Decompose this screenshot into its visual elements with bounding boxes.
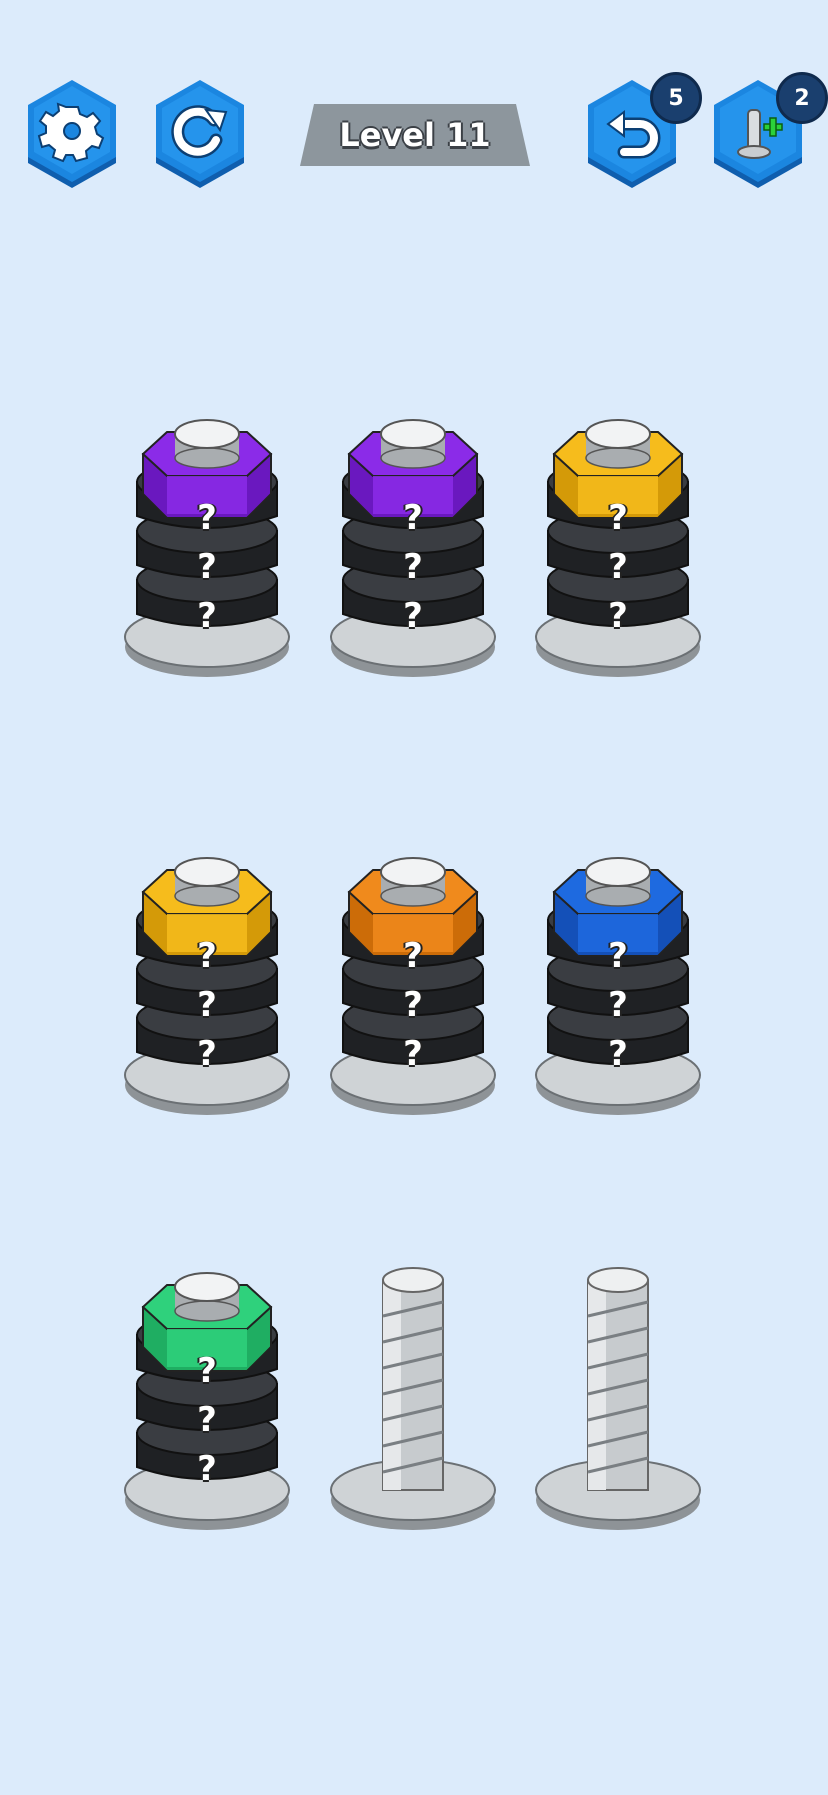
hidden-nut-question-mark: ? [197,596,217,636]
bolt-graphic [535,1267,701,1530]
bolt-3[interactable]: ??? [533,405,703,695]
bolt-shaft [587,1267,649,1491]
level-label: Level 11 [339,116,491,154]
hidden-nut-question-mark: ? [197,1400,217,1440]
hidden-nut-question-mark: ? [403,596,423,636]
hidden-nut-question-mark: ? [197,1351,217,1391]
hidden-nut-question-mark: ? [197,547,217,587]
hidden-nut-question-mark: ? [608,936,628,976]
hidden-nut-question-mark: ? [403,498,423,538]
hidden-nut-question-mark: ? [403,1034,423,1074]
undo-count-badge: 5 [650,72,702,124]
level-indicator: Level 11 [300,104,530,166]
hidden-nut-question-mark: ? [403,985,423,1025]
bolt-tip [174,857,240,907]
restart-icon [171,105,228,159]
bolt-4[interactable]: ??? [122,843,292,1133]
hidden-nut-question-mark: ? [608,596,628,636]
bolt-tip [380,857,446,907]
hidden-nut-question-mark: ? [197,1449,217,1489]
hidden-nut-question-mark: ? [197,985,217,1025]
bolt-tip [380,419,446,469]
extra-bolt-count-badge: 2 [776,72,828,124]
bolt-tip [585,857,651,907]
hidden-nut-question-mark: ? [608,1034,628,1074]
restart-button[interactable] [150,80,250,192]
bolt-2[interactable]: ??? [328,405,498,695]
hidden-nut-question-mark: ? [608,547,628,587]
hidden-nut-question-mark: ? [403,936,423,976]
bolt-6[interactable]: ??? [533,843,703,1133]
bolt-7[interactable]: ??? [122,1258,292,1548]
undo-button[interactable]: 5 [582,72,702,192]
settings-button[interactable] [22,80,122,192]
hidden-nut-question-mark: ? [608,498,628,538]
bolt-tip [585,419,651,469]
hidden-nut-question-mark: ? [197,936,217,976]
hidden-nut-question-mark: ? [197,1034,217,1074]
bolt-1[interactable]: ??? [122,405,292,695]
bolt-9[interactable] [533,1258,703,1548]
bolt-graphic [330,1267,496,1530]
hidden-nut-question-mark: ? [608,985,628,1025]
hidden-nut-question-mark: ? [403,547,423,587]
bolt-5[interactable]: ??? [328,843,498,1133]
top-bar: Level 11 5 2 [0,0,828,220]
bolt-shaft [382,1267,444,1491]
bolt-8[interactable] [328,1258,498,1548]
gear-icon [37,102,105,163]
hidden-nut-question-mark: ? [197,498,217,538]
bolt-tip [174,1272,240,1322]
bolt-tip [174,419,240,469]
add-bolt-button[interactable]: 2 [708,72,828,192]
